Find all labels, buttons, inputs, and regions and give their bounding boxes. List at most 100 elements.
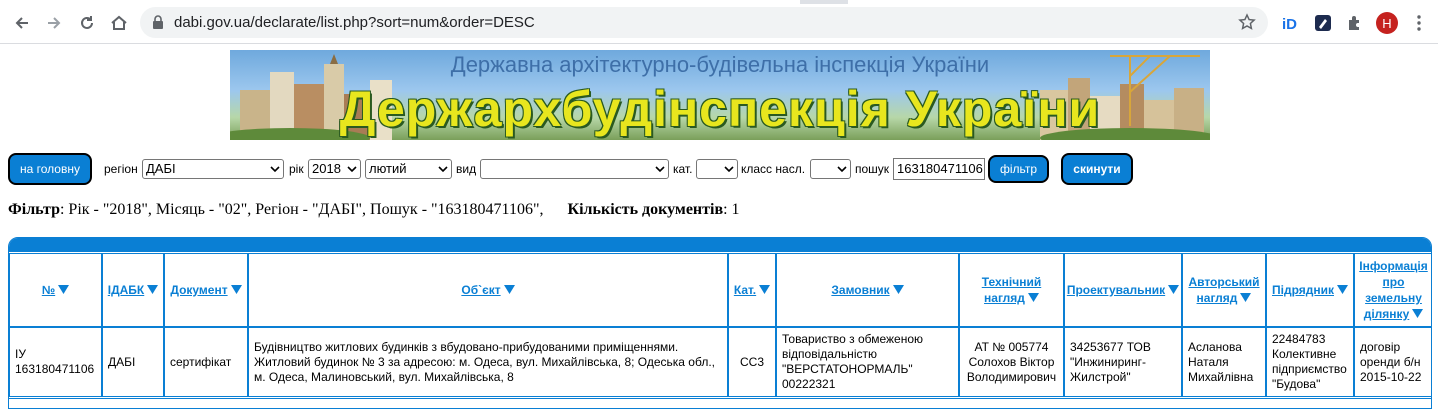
sort-link-land-info[interactable]: Інформація про земельну ділянку — [1359, 258, 1428, 323]
id-extension-icon[interactable]: iD — [1280, 12, 1302, 34]
sort-link-idabk[interactable]: ІДАБК — [108, 282, 159, 299]
chevron-down-icon — [837, 163, 847, 178]
sort-link-category[interactable]: Кат. — [734, 282, 771, 299]
home-page-button[interactable]: на головну — [8, 153, 92, 185]
year-select[interactable]: 2018 — [308, 159, 361, 179]
sort-triangle-icon[interactable] — [230, 282, 242, 298]
cell-land-info: договір оренди б/н 2015-10-22 — [1354, 327, 1431, 397]
month-select-value: лютий — [369, 161, 407, 176]
type-label: вид — [456, 162, 477, 176]
category-select[interactable] — [696, 159, 738, 179]
cell-line: 22484783 — [1272, 332, 1326, 346]
header-label: Документ — [170, 282, 228, 297]
home-button[interactable] — [107, 11, 131, 35]
sort-triangle-icon[interactable] — [58, 282, 70, 298]
cell-line: Наталя — [1188, 354, 1229, 369]
cell-line: Будівництво житлових будинків з вбудован… — [254, 339, 679, 354]
cell-line: 163180471106 — [15, 362, 95, 376]
browser-toolbar: dabi.gov.ua/declarate/list.php?sort=num&… — [0, 0, 1438, 44]
cell-line: ДАБІ — [108, 354, 136, 369]
chevron-down-icon — [655, 163, 665, 178]
filter-button[interactable]: фільтр — [988, 155, 1049, 183]
sort-triangle-icon[interactable] — [1168, 282, 1180, 298]
cell-line: Житловий будинок № 3 за адресою: м. Одес… — [254, 354, 715, 369]
sort-triangle-icon[interactable] — [147, 282, 159, 298]
cell-category: СС3 — [728, 327, 776, 397]
sort-link-customer[interactable]: Замовник — [831, 282, 904, 299]
sort-triangle-icon[interactable] — [503, 282, 515, 298]
header-label: № — [41, 282, 56, 297]
sort-triangle-icon[interactable] — [1337, 282, 1348, 298]
table-row: ДАБІ — [108, 355, 135, 370]
reload-button[interactable] — [75, 11, 99, 35]
class-label: класс насл. — [741, 162, 806, 176]
region-label: регіон — [104, 162, 138, 176]
table-row: СС3 — [740, 355, 764, 370]
table-row: сертифікат — [170, 355, 231, 370]
header-designer: Проектувальник — [1064, 253, 1182, 327]
sort-link-designer[interactable]: Проектувальник — [1067, 282, 1180, 299]
forward-button[interactable] — [42, 11, 66, 35]
header-number: № — [9, 253, 102, 327]
sort-link-technical-supervision[interactable]: Технічний нагляд — [982, 274, 1041, 307]
sort-triangle-icon[interactable] — [892, 282, 904, 298]
tab-strip — [0, 0, 1438, 4]
header-document: Документ — [164, 253, 248, 327]
sort-triangle-icon[interactable] — [759, 282, 771, 298]
sort-link-object[interactable]: Об`єкт — [461, 282, 515, 299]
cell-line: м. Одеса, Малиновський, вул. Михайлівськ… — [254, 369, 514, 384]
header-land-info: Інформація про земельну ділянку — [1354, 253, 1431, 327]
month-select[interactable]: лютий — [365, 159, 452, 179]
sort-triangle-icon[interactable] — [1412, 306, 1424, 322]
puzzle-icon[interactable] — [1344, 12, 1366, 34]
cell-line: оренди б/н — [1360, 354, 1421, 369]
class-select[interactable] — [810, 159, 851, 179]
header-label: Об`єкт — [461, 282, 501, 297]
region-select[interactable]: ДАБІ — [142, 159, 284, 179]
table-row: ІУ 163180471106 — [15, 347, 94, 377]
cell-line: АТ № 005774 — [974, 339, 1049, 354]
profile-avatar[interactable]: H — [1376, 12, 1398, 34]
cell-document: сертифікат — [164, 327, 248, 397]
tab-edge — [848, 0, 1438, 4]
cell-number: ІУ 163180471106 — [9, 327, 102, 397]
cell-line: 34253677 ТОВ — [1070, 339, 1151, 354]
back-button[interactable] — [10, 11, 34, 35]
header-label: Інформація — [1359, 258, 1428, 273]
reload-icon — [81, 16, 93, 29]
header-label: ІДАБК — [107, 282, 145, 297]
sort-triangle-icon[interactable] — [1240, 290, 1252, 306]
filter-summary-label: Фільтр — [8, 201, 60, 218]
header-label: Замовник — [831, 282, 890, 297]
table-row: договір оренди б/н 2015-10-22 — [1360, 340, 1421, 385]
header-label: Авторський — [1188, 274, 1260, 289]
kebab-menu-icon[interactable] — [1408, 12, 1430, 34]
pen-extension-icon[interactable] — [1312, 12, 1334, 34]
reset-button[interactable]: скинути — [1061, 153, 1133, 185]
cell-technical-supervision: АТ № 005774 Солохов Віктор Володимирович — [959, 327, 1064, 397]
search-input[interactable]: 163180471106 — [893, 158, 985, 180]
sort-link-contractor[interactable]: Підрядник — [1272, 282, 1348, 299]
header-object: Об`єкт — [248, 253, 728, 327]
sort-link-number[interactable]: № — [41, 282, 70, 299]
header-label: нагляд — [984, 290, 1025, 305]
address-bar[interactable]: dabi.gov.ua/declarate/list.php?sort=num&… — [140, 7, 1268, 38]
cell-line: підприємство — [1272, 362, 1347, 376]
year-select-value: 2018 — [312, 161, 341, 176]
sort-link-document[interactable]: Документ — [170, 282, 242, 299]
type-select[interactable] — [480, 159, 669, 179]
sort-triangle-icon[interactable] — [1027, 290, 1039, 306]
table-row: Товариство з обмеженою відповідальністю "В… — [782, 332, 923, 392]
banner-title: Держархбудінспекція України — [339, 81, 1101, 137]
header-label: Підрядник — [1272, 282, 1334, 297]
sort-link-author-supervision[interactable]: Авторський нагляд — [1188, 274, 1259, 307]
region-select-value: ДАБІ — [146, 161, 176, 176]
header-label: Технічний — [981, 274, 1042, 289]
filter-bar: на головну регіон ДАБІ рік 2018 лютий ви… — [0, 152, 1438, 186]
cell-line: ІУ — [15, 347, 26, 361]
bookmark-star-icon[interactable] — [1238, 13, 1256, 36]
table-row: 34253677 ТОВ "Инжиниринг- Жилстрой" — [1070, 340, 1151, 385]
cell-contractor: 22484783 Колективне підприємство "Будова" — [1266, 327, 1354, 397]
table-row: АТ № 005774 Солохов Віктор Володимирович — [967, 340, 1056, 385]
cell-line: Володимирович — [966, 369, 1057, 384]
